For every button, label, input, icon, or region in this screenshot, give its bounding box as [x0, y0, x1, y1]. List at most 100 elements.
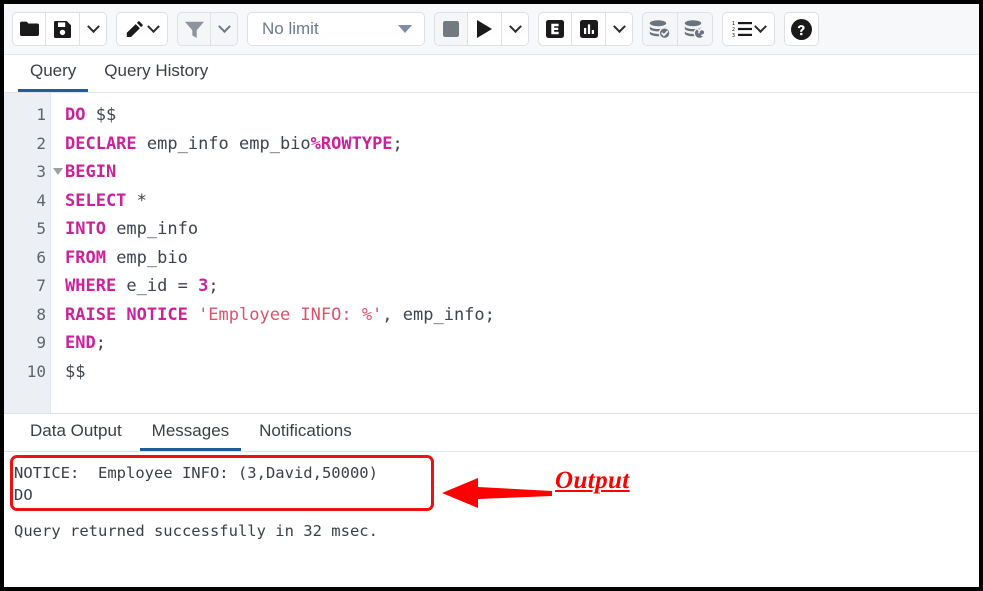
rollback-button[interactable]	[678, 12, 713, 46]
code-token: 3	[198, 276, 208, 296]
edit-button[interactable]	[116, 12, 168, 46]
tab-notifications[interactable]: Notifications	[247, 417, 364, 451]
open-file-button[interactable]	[12, 12, 46, 46]
code-line: SELECT *	[65, 187, 979, 216]
code-line: WHERE e_id = 3;	[65, 272, 979, 301]
explain-options-caret[interactable]	[606, 12, 633, 46]
line-number: 7	[4, 272, 50, 301]
bar-chart-icon	[580, 20, 598, 38]
messages-panel[interactable]: NOTICE: Employee INFO: (3,David,50000) D…	[4, 452, 979, 588]
explain-button[interactable]	[538, 12, 572, 46]
line-number: 1	[4, 101, 50, 130]
help-button-group	[784, 12, 819, 46]
dropdown-arrow-icon	[398, 25, 412, 33]
save-options-caret[interactable]	[80, 12, 107, 46]
tab-query[interactable]: Query	[18, 57, 88, 92]
stop-square-icon	[443, 21, 459, 37]
database-check-icon	[649, 20, 671, 39]
folder-icon	[20, 21, 39, 37]
code-token: INTO	[65, 219, 106, 239]
code-token: DECLARE	[65, 134, 137, 154]
execute-button-group	[434, 12, 529, 46]
line-number: 9	[4, 329, 50, 358]
query-tool-toolbar: No limit	[4, 4, 979, 55]
output-tab-bar: Data Output Messages Notifications	[4, 413, 979, 452]
code-token: ;	[208, 276, 218, 296]
code-line: END;	[65, 329, 979, 358]
sql-editor[interactable]: 1 2 3 4 5 6 7 8 9 10 DO $$DECLARE emp_in…	[4, 93, 979, 413]
code-token: WHERE	[65, 276, 116, 296]
filter-button-group	[177, 12, 238, 46]
line-number: 6	[4, 244, 50, 273]
line-number-text: 3	[36, 162, 46, 181]
code-token: 'Employee INFO: %'	[188, 305, 382, 325]
code-line: INTO emp_info	[65, 215, 979, 244]
save-file-button[interactable]	[46, 12, 80, 46]
line-number: 5	[4, 215, 50, 244]
annotation-arrow-icon	[434, 466, 564, 520]
execute-query-button[interactable]	[468, 12, 502, 46]
explain-analyze-button[interactable]	[572, 12, 606, 46]
code-token: SELECT	[65, 191, 126, 211]
explain-button-group	[538, 12, 633, 46]
code-line: RAISE NOTICE 'Employee INFO: %', emp_inf…	[65, 301, 979, 330]
editor-code-area[interactable]: DO $$DECLARE emp_info emp_bio%ROWTYPE;BE…	[51, 93, 979, 413]
tab-data-output[interactable]: Data Output	[18, 417, 134, 451]
commit-button[interactable]	[642, 12, 678, 46]
macros-button-group: 123	[722, 12, 775, 46]
svg-text:3: 3	[732, 33, 735, 37]
chevron-down-icon	[218, 20, 231, 33]
code-token: FROM	[65, 248, 106, 268]
stop-query-button[interactable]	[434, 12, 468, 46]
help-button[interactable]	[784, 12, 819, 46]
filter-button[interactable]	[177, 12, 211, 46]
code-token: *	[126, 191, 146, 211]
chevron-down-icon	[147, 20, 160, 33]
pgadmin-query-tool-window: No limit	[0, 0, 983, 591]
explain-e-icon	[546, 20, 564, 38]
tab-messages[interactable]: Messages	[140, 417, 241, 451]
code-line: FROM emp_bio	[65, 244, 979, 273]
list-numbered-icon: 123	[732, 21, 752, 37]
database-rollback-icon	[684, 20, 706, 39]
code-token: , emp_info;	[382, 305, 495, 325]
execute-options-caret[interactable]	[502, 12, 529, 46]
line-number: 3	[4, 158, 50, 187]
code-line: DO $$	[65, 101, 979, 130]
chevron-down-icon	[613, 20, 626, 33]
code-token: RAISE NOTICE	[65, 305, 188, 325]
line-number: 4	[4, 187, 50, 216]
code-token: $$	[65, 362, 85, 382]
annotation-label: Output	[555, 467, 630, 495]
chevron-down-icon	[754, 20, 767, 33]
code-line: DECLARE emp_info emp_bio%ROWTYPE;	[65, 130, 979, 159]
play-icon	[477, 20, 492, 38]
code-token: emp_bio	[106, 248, 188, 268]
chevron-down-icon	[87, 20, 100, 33]
code-token: $$	[85, 105, 116, 125]
pencil-icon	[126, 20, 144, 38]
code-line: BEGIN	[65, 158, 979, 187]
line-number: 8	[4, 301, 50, 330]
code-line: $$	[65, 358, 979, 387]
code-fold-arrow-icon[interactable]	[53, 168, 63, 175]
line-number: 10	[4, 358, 50, 387]
row-limit-select[interactable]: No limit	[247, 12, 425, 46]
transaction-button-group	[642, 12, 713, 46]
code-token: END	[65, 333, 96, 353]
code-token: %ROWTYPE	[311, 134, 393, 154]
chevron-down-icon	[509, 20, 522, 33]
query-tab-bar: Query Query History	[4, 55, 979, 93]
macros-button[interactable]: 123	[722, 12, 775, 46]
file-button-group	[12, 12, 107, 46]
editor-line-number-gutter: 1 2 3 4 5 6 7 8 9 10	[4, 93, 51, 413]
code-token: DO	[65, 105, 85, 125]
save-icon	[54, 21, 71, 38]
tab-query-history[interactable]: Query History	[92, 57, 220, 92]
edit-button-group	[116, 12, 168, 46]
row-limit-value: No limit	[262, 19, 319, 39]
question-circle-icon	[791, 19, 812, 40]
filter-options-caret[interactable]	[211, 12, 238, 46]
query-status-line: Query returned successfully in 32 msec.	[14, 520, 979, 542]
code-token: BEGIN	[65, 162, 116, 182]
